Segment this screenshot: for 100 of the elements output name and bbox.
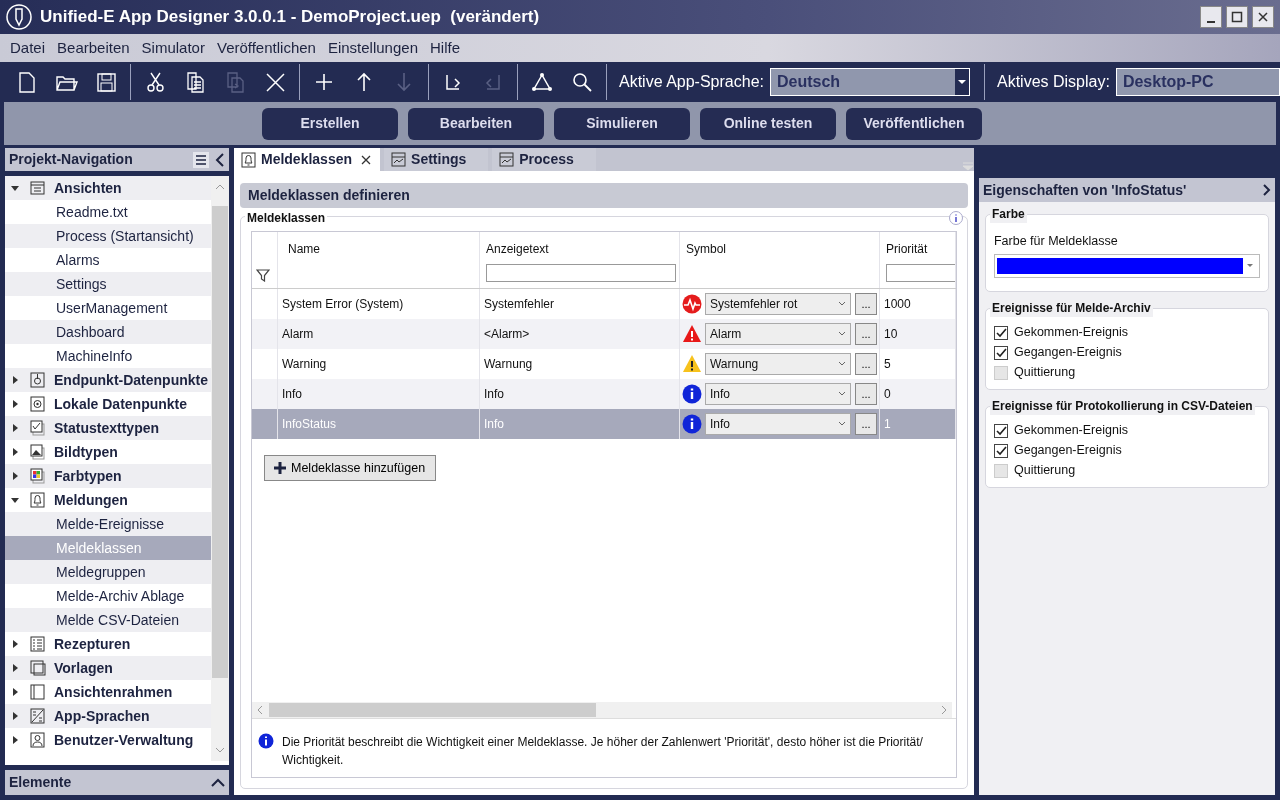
panel-title: Projekt-Navigation — [9, 150, 134, 169]
language-label: Aktive App-Sprache: — [619, 72, 764, 92]
tree-item[interactable]: Meldegruppen — [5, 560, 211, 584]
collapsed-caret-icon[interactable] — [11, 400, 19, 408]
tree-group-item[interactable]: App-Sprachen — [5, 704, 211, 728]
symbol-dropdown[interactable]: Systemfehler rot — [705, 293, 851, 315]
triangle-nodes-icon[interactable] — [530, 70, 554, 94]
image-icon — [29, 443, 46, 461]
tree-group-item[interactable]: Farbtypen — [5, 464, 211, 488]
info-icon[interactable] — [949, 211, 963, 225]
tree-item[interactable]: Melde CSV-Dateien — [5, 608, 211, 632]
delete-icon[interactable] — [263, 70, 287, 94]
tree-group-item[interactable]: Lokale Datenpunkte — [5, 392, 211, 416]
collapsed-caret-icon[interactable] — [11, 664, 19, 672]
expanded-caret-icon[interactable] — [11, 184, 19, 192]
menu-item[interactable]: Einstellungen — [321, 36, 424, 60]
browse-button[interactable]: ... — [855, 413, 877, 435]
tree-group-item[interactable]: Endpunkt-Datenpunkte — [5, 368, 211, 392]
expand-up-icon[interactable] — [211, 777, 225, 788]
column-header[interactable]: Name — [288, 240, 320, 258]
symbol-dropdown[interactable]: Warnung — [705, 353, 851, 375]
tree-item[interactable]: Dashboard — [5, 320, 211, 344]
menu-item[interactable]: Simulator — [135, 36, 211, 60]
tree-group-item[interactable]: Benutzer-Verwaltung — [5, 728, 211, 752]
checkbox-label[interactable]: Gekommen-Ereignis — [1014, 421, 1128, 441]
collapsed-caret-icon[interactable] — [11, 640, 19, 648]
collapsed-caret-icon[interactable] — [11, 736, 19, 744]
tree-group-item[interactable]: Meldungen — [5, 488, 211, 512]
tree-group-item[interactable]: Rezepturen — [5, 632, 211, 656]
table-row[interactable]: Alarm <Alarm> Alarm ... 10 — [252, 319, 956, 349]
tree-item[interactable]: Melde-Archiv Ablage — [5, 584, 211, 608]
add-button[interactable]: Meldeklasse hinzufügen — [264, 455, 437, 481]
browse-button[interactable]: ... — [855, 323, 877, 345]
menu-item[interactable]: Hilfe — [424, 36, 466, 60]
menu-item[interactable]: Bearbeiten — [51, 36, 136, 60]
tree-group-item[interactable]: Ansichtenrahmen — [5, 680, 211, 704]
menu-item[interactable]: Veröffentlichen — [210, 36, 322, 60]
color-dropdown[interactable] — [994, 254, 1260, 279]
tab[interactable]: Process — [492, 148, 596, 171]
column-header[interactable]: Symbol — [686, 240, 726, 258]
checkbox[interactable] — [994, 345, 1008, 360]
language-dropdown[interactable]: Deutsch — [769, 68, 970, 96]
action-button[interactable]: Simulieren — [554, 107, 690, 140]
checkbox-label[interactable]: Gekommen-Ereignis — [1014, 323, 1128, 343]
tree-item[interactable]: UserManagement — [5, 296, 211, 320]
symbol-dropdown[interactable]: Info — [705, 383, 851, 405]
browse-button[interactable]: ... — [855, 353, 877, 375]
collapsed-caret-icon[interactable] — [11, 472, 19, 480]
filter-icon[interactable] — [256, 268, 270, 282]
tree-group-item[interactable]: Ansichten — [5, 176, 211, 200]
checkbox[interactable] — [994, 443, 1008, 458]
collapsed-caret-icon[interactable] — [11, 376, 19, 384]
save-icon[interactable] — [94, 70, 118, 94]
datapoint-icon — [29, 371, 46, 389]
symbol-dropdown[interactable]: Info — [705, 413, 851, 435]
checkbox-label[interactable]: Gegangen-Ereignis — [1014, 441, 1122, 461]
menu-item[interactable]: Datei — [4, 36, 52, 60]
tree-item[interactable]: Melde-Ereignisse — [5, 512, 211, 536]
checkbox-label[interactable]: Quittierung — [1014, 461, 1076, 481]
search-icon[interactable] — [570, 70, 594, 94]
filter-field[interactable] — [486, 264, 676, 282]
display-dropdown[interactable]: Desktop-PC — [1115, 68, 1280, 96]
action-button[interactable]: Online testen — [700, 107, 836, 140]
browse-button[interactable]: ... — [855, 293, 877, 315]
tab[interactable]: Settings — [384, 148, 489, 171]
tree-item[interactable]: Alarms — [5, 248, 211, 272]
menu-icon[interactable] — [193, 151, 209, 168]
table-cell-text: Warnung — [484, 356, 533, 373]
expand-right-icon[interactable] — [1263, 184, 1271, 196]
tree-group-item[interactable]: Vorlagen — [5, 656, 211, 680]
tree-group-item[interactable]: Statustexttypen — [5, 416, 211, 440]
tree-group-item[interactable]: Bildtypen — [5, 440, 211, 464]
table-row[interactable]: InfoStatus Info Info ... 1 — [252, 409, 956, 439]
collapsed-caret-icon[interactable] — [11, 424, 19, 432]
tree-item[interactable]: Readme.txt — [5, 200, 211, 224]
expanded-caret-icon[interactable] — [11, 496, 19, 504]
column-header[interactable]: Priorität — [886, 240, 928, 258]
collapsed-caret-icon[interactable] — [11, 448, 19, 456]
action-button[interactable]: Veröffentlichen — [846, 107, 982, 140]
collapsed-caret-icon[interactable] — [11, 688, 19, 696]
checkbox[interactable] — [994, 423, 1008, 438]
tree-item[interactable]: Settings — [5, 272, 211, 296]
action-button[interactable]: Erstellen — [262, 107, 398, 140]
close-icon[interactable] — [360, 153, 373, 166]
tab[interactable]: Meldeklassen — [234, 148, 381, 171]
table-row[interactable]: Info Info Info ... 0 — [252, 379, 956, 409]
tree-item[interactable]: MachineInfo — [5, 344, 211, 368]
action-button[interactable]: Bearbeiten — [408, 107, 544, 140]
browse-button[interactable]: ... — [855, 383, 877, 405]
filter-field[interactable] — [886, 264, 955, 282]
checkbox-label[interactable]: Quittierung — [1014, 363, 1076, 383]
checkbox[interactable] — [994, 325, 1008, 340]
checkbox-label[interactable]: Gegangen-Ereignis — [1014, 343, 1122, 363]
collapsed-caret-icon[interactable] — [11, 712, 19, 720]
tree-item[interactable]: Process (Startansicht) — [5, 224, 211, 248]
chart-icon — [390, 151, 408, 168]
symbol-dropdown[interactable]: Alarm — [705, 323, 851, 345]
collapse-left-icon[interactable] — [215, 152, 225, 167]
column-header[interactable]: Anzeigetext — [486, 240, 549, 258]
language-icon — [29, 707, 46, 725]
